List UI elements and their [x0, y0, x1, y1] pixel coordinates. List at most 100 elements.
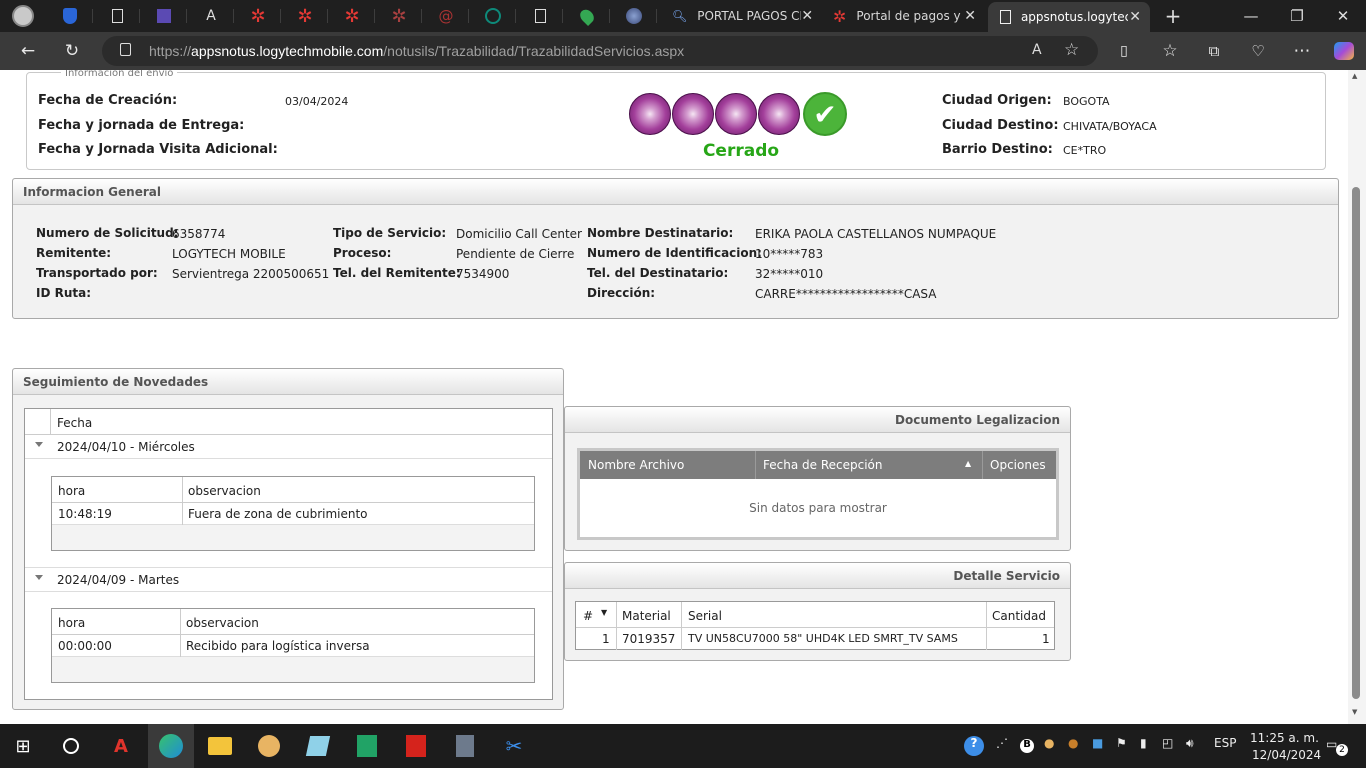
close-tab-icon[interactable]: ✕ — [963, 8, 977, 24]
tray-cloud-icon[interactable]: ● — [1068, 736, 1078, 750]
close-tab-icon[interactable]: ✕ — [1128, 9, 1142, 25]
status-step-icon — [672, 93, 714, 135]
taskbar-spreadsheet[interactable] — [344, 724, 390, 768]
tab-portal-pagos-cl[interactable]: 🔍︎ PORTAL PAGOS CL ✕ — [660, 0, 822, 32]
clock-time[interactable]: 11:25 a. m. — [1250, 731, 1319, 745]
col-material-header[interactable]: Material — [622, 609, 671, 623]
close-window-button[interactable]: ✕ — [1320, 0, 1366, 32]
list-icon — [157, 9, 171, 23]
network-icon[interactable]: ⋰ — [996, 736, 1008, 750]
col-hora-header[interactable]: hora — [58, 484, 85, 498]
help-icon[interactable]: ? — [964, 736, 984, 756]
table-row[interactable]: 10:48:19 Fuera de zona de cubrimiento — [52, 503, 534, 525]
tab-pinned-star-2[interactable]: ✲ — [282, 0, 328, 32]
taskbar-edge[interactable] — [148, 724, 194, 768]
taskbar-calculator[interactable] — [442, 724, 488, 768]
col-opciones-header[interactable]: Opciones — [990, 458, 1046, 472]
refresh-button[interactable]: ↻ — [56, 36, 88, 66]
group-row[interactable]: 2024/04/10 - Miércoles — [25, 435, 552, 459]
microphone-icon[interactable]: ▮ — [1140, 736, 1147, 750]
tab-pinned-star-1[interactable]: ✲ — [235, 0, 281, 32]
clock-date[interactable]: 12/04/2024 — [1252, 748, 1321, 762]
windows-taskbar: ⊞ A ✂ ? ⋰ B ● ● ■ ⚑ ▮ ◰ 🔊︎ ESP 11:25 a. … — [0, 724, 1366, 768]
tel-remitente-label: Tel. del Remitente: — [333, 266, 461, 280]
tab-pinned-star-3[interactable]: ✲ — [329, 0, 375, 32]
address-bar[interactable]: https://appsnotus.logytechmobile.com/not… — [102, 36, 1098, 66]
taskbar-pdf[interactable] — [393, 724, 439, 768]
settings-menu-button[interactable]: ⋯ — [1286, 36, 1318, 66]
close-tab-icon[interactable]: ✕ — [801, 8, 814, 24]
detalle-servicio-header: # ▼ Material Serial Cantidad — [576, 602, 1054, 650]
col-fecha-header[interactable]: Fecha — [57, 416, 92, 430]
table-row[interactable]: 00:00:00 Recibido para logística inversa — [52, 635, 534, 657]
tab-appsnotus-active[interactable]: appsnotus.logytec ✕ — [988, 2, 1150, 32]
status-step-icon — [758, 93, 800, 135]
language-indicator[interactable]: ESP — [1214, 736, 1236, 750]
windows-start-button[interactable]: ⊞ — [0, 724, 46, 768]
tab-pinned-document[interactable] — [94, 0, 140, 32]
col-observacion-header[interactable]: observacion — [186, 616, 259, 630]
red-star-icon: ✲ — [391, 5, 407, 27]
collapse-triangle-icon[interactable] — [35, 442, 43, 447]
minimize-button[interactable]: — — [1228, 0, 1274, 32]
collapse-triangle-icon[interactable] — [35, 575, 43, 580]
tab-pinned-globe[interactable] — [611, 0, 657, 32]
browser-essentials-button[interactable]: ♡ — [1242, 36, 1274, 66]
wifi-icon[interactable]: ◰ — [1162, 736, 1173, 750]
tray-security-icon[interactable]: ⚑ — [1116, 736, 1127, 750]
tab-pinned-maps[interactable] — [564, 0, 610, 32]
tab-portal-de-pagos[interactable]: ✲ Portal de pagos y r ✕ — [823, 0, 985, 32]
red-star-icon: ✲ — [297, 5, 313, 27]
tab-pinned-shield[interactable] — [47, 0, 93, 32]
seguimiento-grid: Fecha 2024/04/10 - Miércoles hora observ… — [24, 408, 553, 700]
read-aloud-icon[interactable]: A — [1032, 42, 1042, 58]
collections-icon: ⧉ — [1208, 42, 1220, 60]
tab-pinned-letter[interactable]: A — [188, 0, 234, 32]
browser-tab-bar: A ✲ ✲ ✲ ✲ @ 🔍︎ PORTAL PAGOS CL ✕ ✲ Porta… — [0, 0, 1366, 32]
col-num-header[interactable]: # — [583, 609, 593, 623]
tab-pinned-circle[interactable] — [470, 0, 516, 32]
col-nombre-archivo-header[interactable]: Nombre Archivo — [588, 458, 684, 472]
favorites-button[interactable]: ☆ — [1154, 36, 1186, 66]
volume-icon[interactable]: 🔊︎ — [1186, 736, 1194, 751]
tab-pinned-list[interactable] — [141, 0, 187, 32]
new-tab-button[interactable]: + — [1150, 0, 1196, 32]
collections-button[interactable]: ⧉ — [1198, 36, 1230, 66]
group-row[interactable]: 2024/04/09 - Martes — [25, 568, 552, 592]
taskbar-app[interactable] — [246, 724, 292, 768]
tab-pinned-document-2[interactable] — [517, 0, 563, 32]
favorite-star-icon[interactable]: ☆ — [1064, 40, 1079, 60]
taskbar-search-button[interactable] — [48, 724, 94, 768]
detalle-header: hora observacion — [52, 477, 534, 503]
sort-desc-icon[interactable]: ▼ — [601, 608, 607, 617]
red-star-icon: ✲ — [250, 5, 266, 27]
copilot-button[interactable] — [1328, 36, 1360, 66]
tray-display-icon[interactable]: ■ — [1092, 736, 1103, 750]
taskbar-snipping[interactable]: ✂ — [491, 724, 537, 768]
sort-asc-icon[interactable]: ▲ — [965, 459, 971, 468]
col-fecha-recepcion-header[interactable]: Fecha de Recepción — [763, 458, 882, 472]
split-screen-button[interactable]: ▯ — [1108, 36, 1140, 66]
maximize-button[interactable]: ❐ — [1274, 0, 1320, 32]
tab-pinned-at[interactable]: @ — [423, 0, 469, 32]
b-app-icon[interactable]: B — [1020, 739, 1034, 753]
taskbar-acrobat[interactable]: A — [98, 724, 144, 768]
tray-app-icon[interactable]: ● — [1044, 736, 1054, 750]
taskbar-notes[interactable] — [295, 724, 341, 768]
col-observacion-header[interactable]: observacion — [188, 484, 261, 498]
table-row[interactable]: 1 7019357 TV UN58CU7000 58" UHD4K LED SM… — [576, 628, 1054, 649]
page-scrollbar[interactable]: ▲ ▼ — [1348, 70, 1366, 724]
scroll-up-icon[interactable]: ▲ — [1352, 72, 1357, 80]
serial-cell: TV UN58CU7000 58" UHD4K LED SMRT_TV SAMS — [688, 632, 958, 645]
back-button[interactable]: ← — [12, 36, 44, 66]
profile-avatar-icon[interactable] — [0, 0, 46, 32]
taskbar-file-explorer[interactable] — [197, 724, 243, 768]
col-serial-header[interactable]: Serial — [688, 609, 722, 623]
heart-pulse-icon: ♡ — [1251, 42, 1265, 60]
col-cantidad-header[interactable]: Cantidad — [992, 609, 1046, 623]
tab-pinned-star-4[interactable]: ✲ — [376, 0, 422, 32]
scrollbar-thumb[interactable] — [1352, 187, 1360, 699]
scroll-down-icon[interactable]: ▼ — [1352, 708, 1357, 716]
col-hora-header[interactable]: hora — [58, 616, 85, 630]
tipo-servicio-label: Tipo de Servicio: — [333, 226, 447, 240]
